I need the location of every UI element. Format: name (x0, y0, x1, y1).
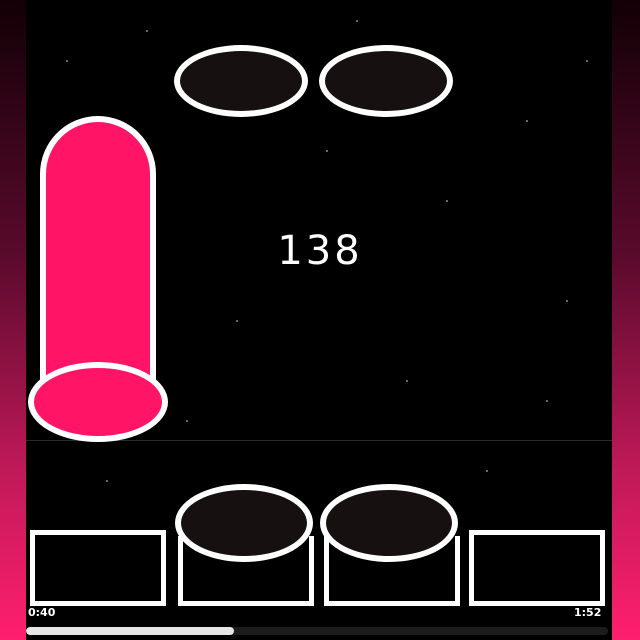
score-counter: 138 (277, 228, 363, 274)
hold-note-head (28, 362, 168, 442)
game-screen: 138 0:40 1:52 (0, 0, 640, 640)
song-progress-bar[interactable] (26, 627, 608, 635)
lane-3-receptor[interactable] (320, 484, 458, 562)
lane-2-receptor[interactable] (175, 484, 313, 562)
total-time: 1:52 (574, 606, 602, 619)
right-glow-bar (612, 0, 640, 640)
hold-note (28, 116, 168, 442)
lane-1-button[interactable] (30, 530, 166, 606)
falling-note-right (319, 45, 453, 117)
elapsed-time: 0:40 (28, 606, 56, 619)
left-glow-bar (0, 0, 26, 640)
song-progress-fill (26, 627, 234, 635)
falling-note-left (174, 45, 308, 117)
lane-4-button[interactable] (469, 530, 605, 606)
